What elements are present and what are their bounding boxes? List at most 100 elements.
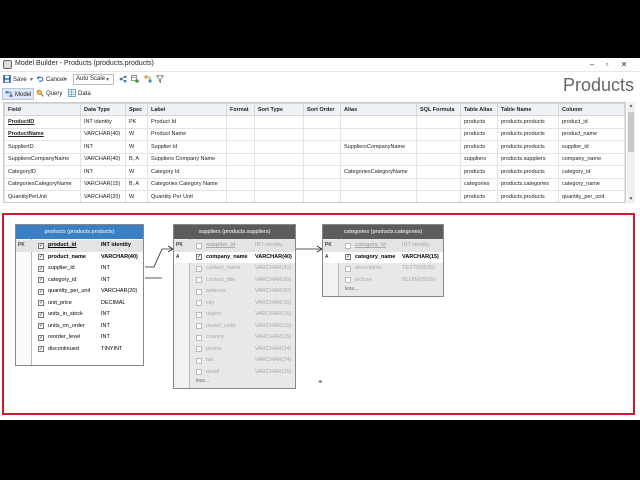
tab-query[interactable]: Query — [34, 88, 64, 100]
entity-field-row[interactable]: address VARCHAR(60) — [174, 286, 295, 298]
field-checkbox[interactable] — [196, 346, 202, 352]
entity-field-row[interactable]: ✓ product_name VARCHAR(40) — [16, 252, 143, 264]
field-checkbox[interactable]: ✓ — [38, 242, 44, 249]
table-cell[interactable]: QuantityPerUnit — [4, 190, 81, 202]
cancel-button[interactable]: Cancel — [36, 74, 65, 86]
table-cell[interactable]: ProductName — [4, 127, 81, 141]
table-cell[interactable]: VARCHAR(40) — [80, 127, 126, 141]
table-cell[interactable]: product_name — [558, 127, 625, 141]
table-cell[interactable]: W — [125, 190, 148, 202]
field-checkbox[interactable] — [196, 311, 202, 318]
table-cell[interactable] — [416, 152, 461, 166]
categories-less-link[interactable]: less... — [345, 286, 358, 292]
table-cell[interactable]: products — [460, 190, 498, 202]
entity-field-row[interactable]: A ✓ company_name VARCHAR(40) — [174, 251, 295, 263]
categories-entity-title[interactable]: categories (products.categories) — [323, 225, 443, 239]
field-checkbox[interactable] — [196, 288, 202, 295]
field-checkbox[interactable] — [196, 357, 202, 364]
table-cell[interactable]: INT identity — [80, 115, 126, 129]
table-cell[interactable]: supplier_id — [558, 140, 625, 154]
table-cell[interactable] — [226, 127, 255, 141]
table-cell[interactable]: VARCHAR(20) — [80, 190, 126, 202]
table-cell[interactable]: products — [460, 165, 498, 179]
entity-field-row[interactable]: ✓ discontinued TINYINT — [16, 344, 143, 356]
table-cell[interactable] — [416, 127, 461, 141]
table-cell[interactable]: B, A — [125, 152, 148, 166]
table-cell[interactable]: categories — [460, 177, 498, 191]
table-cell[interactable]: SupplierID — [4, 140, 81, 154]
table-cell[interactable] — [340, 177, 417, 191]
table-cell[interactable]: products.products — [497, 115, 559, 129]
table-cell[interactable]: VARCHAR(40) — [80, 152, 126, 166]
entity-field-row[interactable]: region VARCHAR(15) — [174, 309, 295, 321]
table-cell[interactable]: B, A — [125, 177, 148, 191]
field-checkbox[interactable] — [345, 242, 351, 249]
tab-model[interactable]: Model — [2, 88, 35, 100]
entity-field-row[interactable]: ✓ units_on_order INT — [16, 321, 143, 333]
column-header[interactable]: Sort Order — [303, 103, 341, 116]
scroll-up-icon[interactable]: ▲ — [627, 102, 635, 110]
table-cell[interactable] — [226, 190, 255, 202]
entity-field-row[interactable]: postal_code VARCHAR(10) — [174, 321, 295, 333]
maximize-button[interactable]: ▫ — [601, 59, 613, 70]
table-cell[interactable]: W — [125, 140, 148, 154]
field-checkbox[interactable]: ✓ — [38, 300, 44, 306]
suppliers-less-link[interactable]: less... — [196, 378, 209, 384]
table-row[interactable]: ProductName VARCHAR(40) W Product Name produ… — [4, 127, 625, 141]
scale-select-arrow[interactable]: ▾ — [106, 74, 109, 86]
table-row[interactable]: SupplierID INT W Supplier Id SuppliersCompan… — [4, 140, 625, 154]
field-checkbox[interactable] — [345, 277, 351, 283]
column-header[interactable]: Label — [147, 103, 227, 116]
entity-field-row[interactable]: phone VARCHAR(24) — [174, 344, 295, 356]
table-cell[interactable]: Quantity Per Unit — [147, 190, 227, 202]
field-checkbox[interactable] — [196, 323, 202, 329]
table-cell[interactable] — [226, 115, 255, 129]
column-header[interactable]: Table Alias — [460, 103, 498, 116]
model-diagram-canvas[interactable]: products (products.products) PK ✓ product_… — [2, 213, 635, 415]
table-cell[interactable]: category_id — [558, 165, 625, 179]
table-cell[interactable]: Product Id — [147, 115, 227, 129]
table-row[interactable]: SuppliersCompanyName VARCHAR(40) B, A Suppl… — [4, 152, 625, 166]
column-header[interactable]: Spec — [125, 103, 148, 116]
scroll-down-icon[interactable]: ▼ — [627, 195, 635, 203]
table-cell[interactable] — [303, 115, 341, 129]
field-checkbox[interactable]: ✓ — [38, 334, 44, 341]
entity-field-row[interactable]: ✓ units_in_stock INT — [16, 309, 143, 321]
table-cell[interactable] — [226, 177, 255, 191]
table-cell[interactable]: products.products — [497, 127, 559, 141]
products-entity-title[interactable]: products (products.products) — [16, 225, 143, 239]
table-row[interactable]: CategoriesCategoryName VARCHAR(15) B, A Cat… — [4, 177, 625, 191]
table-cell[interactable] — [226, 152, 255, 166]
table-cell[interactable] — [254, 152, 304, 166]
field-checkbox[interactable]: ✓ — [38, 277, 44, 283]
table-cell[interactable] — [416, 177, 461, 191]
field-checkbox[interactable] — [196, 300, 202, 306]
layout-button[interactable] — [144, 74, 154, 86]
table-cell[interactable] — [416, 115, 461, 129]
table-cell[interactable]: INT — [80, 165, 126, 179]
table-cell[interactable] — [226, 165, 255, 179]
entity-field-row[interactable]: ✓ unit_price DECIMAL — [16, 298, 143, 310]
column-header[interactable]: Sort Type — [254, 103, 304, 116]
entity-field-row[interactable]: country VARCHAR(15) — [174, 332, 295, 344]
entity-field-row[interactable]: ✓ category_id INT — [16, 275, 143, 287]
entity-field-row[interactable]: ✓ supplier_id INT — [16, 263, 143, 275]
table-cell[interactable]: products.products — [497, 165, 559, 179]
table-cell[interactable]: quantity_per_unit — [558, 190, 625, 202]
table-cell[interactable]: products — [460, 140, 498, 154]
field-checkbox[interactable] — [345, 265, 351, 272]
entity-field-row[interactable]: ✓ reorder_level INT — [16, 332, 143, 344]
close-button[interactable]: ✕ — [618, 59, 630, 70]
table-cell[interactable] — [416, 190, 461, 202]
table-cell[interactable] — [340, 152, 417, 166]
table-cell[interactable] — [303, 152, 341, 166]
field-checkbox[interactable]: ✓ — [38, 265, 44, 272]
table-cell[interactable] — [303, 165, 341, 179]
table-cell[interactable]: products.categories — [497, 177, 559, 191]
table-row[interactable]: QuantityPerUnit VARCHAR(20) W Quantity Per … — [4, 190, 625, 202]
entity-field-row[interactable]: contact_title VARCHAR(30) — [174, 275, 295, 287]
table-cell[interactable]: products.products — [497, 140, 559, 154]
entity-field-row[interactable]: picture BLOB(65535) — [323, 275, 443, 287]
table-cell[interactable] — [340, 190, 417, 202]
table-cell[interactable]: SuppliersCompanyName — [4, 152, 81, 166]
